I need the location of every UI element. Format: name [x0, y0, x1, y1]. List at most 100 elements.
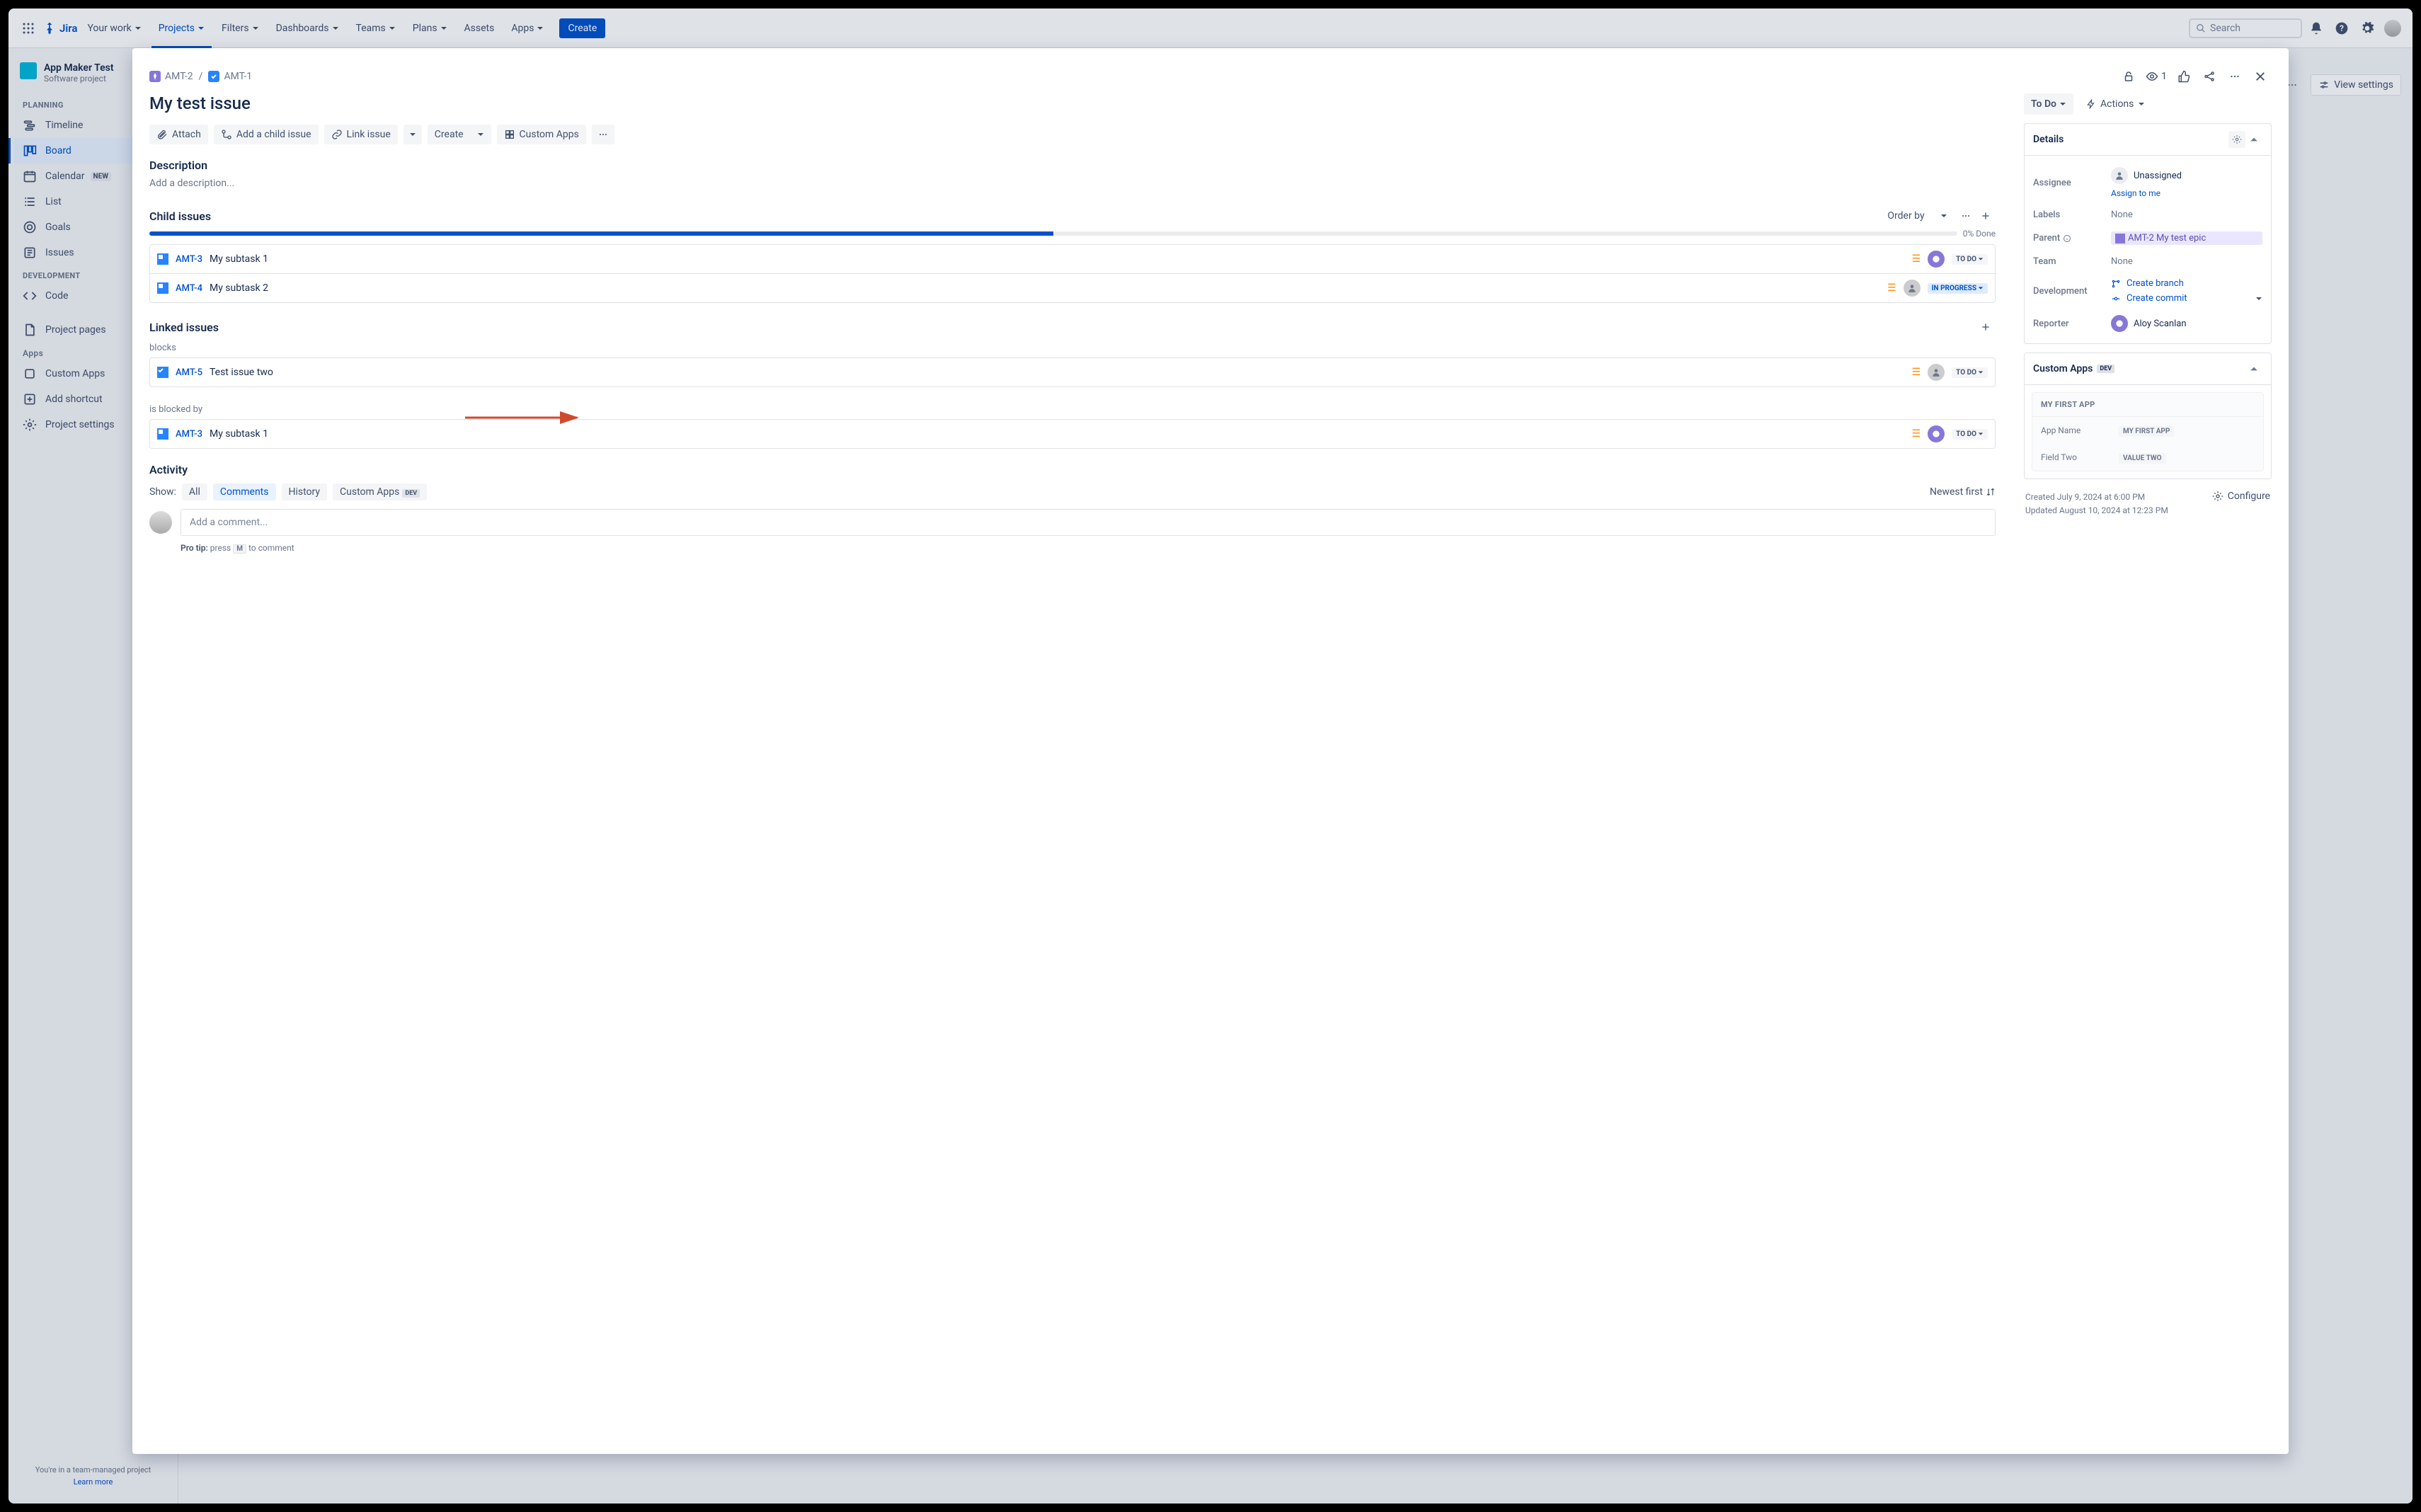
custom-apps-button[interactable]: Custom Apps	[497, 125, 586, 144]
description-heading: Description	[149, 159, 1996, 172]
assignee-avatar[interactable]	[1928, 425, 1945, 442]
add-child-icon[interactable]	[1976, 206, 1996, 226]
custom-apps-header[interactable]: Custom Apps DEV	[2025, 353, 2271, 385]
status-dropdown[interactable]: To Do	[2024, 93, 2073, 115]
subtask-icon	[157, 282, 168, 294]
nav-projects[interactable]: Projects	[151, 18, 212, 38]
add-link-icon[interactable]	[1976, 317, 1996, 337]
jira-logo[interactable]: Jira	[42, 21, 77, 35]
notifications-icon[interactable]	[2305, 17, 2328, 40]
sort-button[interactable]: Newest first	[1930, 486, 1996, 498]
branch-icon	[2111, 279, 2121, 289]
learn-more-link[interactable]: Learn more	[20, 1477, 166, 1487]
help-icon[interactable]: ?	[2330, 17, 2353, 40]
lock-icon[interactable]	[2117, 65, 2140, 88]
nav-plans[interactable]: Plans	[406, 18, 454, 38]
view-settings-button[interactable]: View settings	[2311, 74, 2401, 96]
timeline-icon	[23, 118, 37, 132]
subtask-icon	[157, 253, 168, 265]
status-chip[interactable]: TO DO	[1952, 429, 1988, 440]
child-more-icon[interactable]	[1956, 206, 1976, 226]
order-by-dropdown[interactable]: Order by	[1887, 210, 1947, 222]
dev-badge: DEV	[402, 489, 420, 498]
status-chip[interactable]: TO DO	[1952, 254, 1988, 265]
tab-comments[interactable]: Comments	[213, 483, 276, 500]
create-dropdown[interactable]: Create	[428, 125, 491, 144]
pro-tip: Pro tip: press M to comment	[181, 543, 1996, 553]
breadcrumb-epic[interactable]: AMT-2	[149, 71, 193, 82]
nav-your-work[interactable]: Your work	[80, 18, 148, 38]
issue-summary: My subtask 1	[210, 428, 1905, 440]
child-issue-row[interactable]: AMT-3 My subtask 1 ☰ TO DO	[150, 245, 1995, 274]
description-field[interactable]: Add a description...	[149, 178, 1996, 189]
new-badge: NEW	[91, 172, 111, 181]
issue-key[interactable]: AMT-4	[176, 283, 202, 294]
subtask-icon	[157, 428, 168, 440]
linked-issue-row[interactable]: AMT-5 Test issue two ☰ TO DO	[150, 358, 1995, 386]
linked-issue-row[interactable]: AMT-3 My subtask 1 ☰ TO DO	[150, 420, 1995, 448]
app-field-value: MY FIRST APP	[2119, 426, 2174, 437]
assignee-field[interactable]: Unassigned	[2111, 167, 2262, 184]
comment-input[interactable]: Add a comment...	[181, 509, 1996, 536]
app-switcher-icon[interactable]	[17, 17, 40, 40]
assignee-avatar[interactable]	[1928, 364, 1945, 381]
status-chip[interactable]: IN PROGRESS	[1928, 283, 1988, 294]
sort-icon	[1986, 487, 1996, 497]
close-icon[interactable]	[2249, 65, 2272, 88]
more-actions-button[interactable]	[592, 125, 614, 144]
chevron-down-icon[interactable]	[2255, 295, 2262, 302]
profile-avatar[interactable]	[2381, 17, 2404, 40]
nav-apps[interactable]: Apps	[504, 18, 551, 38]
watch-button[interactable]: 1	[2143, 70, 2170, 83]
child-issue-row[interactable]: AMT-4 My subtask 2 ☰ IN PROGRESS	[150, 274, 1995, 302]
issue-key[interactable]: AMT-3	[176, 254, 202, 265]
configure-fields-icon[interactable]	[2228, 131, 2245, 148]
chevron-up-icon[interactable]	[2245, 131, 2262, 148]
show-label: Show:	[149, 486, 176, 498]
issue-key[interactable]: AMT-5	[176, 367, 202, 378]
goals-icon	[23, 220, 37, 234]
status-chip[interactable]: TO DO	[1952, 367, 1988, 378]
team-value[interactable]: None	[2111, 256, 2262, 267]
parent-field[interactable]: AMT-2 My test epic	[2111, 231, 2262, 245]
details-header[interactable]: Details	[2025, 124, 2271, 156]
nav-dashboards[interactable]: Dashboards	[269, 18, 346, 38]
nav-teams[interactable]: Teams	[349, 18, 403, 38]
nav-assets[interactable]: Assets	[457, 18, 502, 38]
create-branch-link[interactable]: Create branch	[2111, 278, 2262, 289]
chevron-up-icon[interactable]	[2245, 360, 2262, 377]
reporter-field[interactable]: Aloy Scanlan	[2111, 315, 2262, 332]
attach-button[interactable]: Attach	[149, 125, 208, 144]
issue-title[interactable]: My test issue	[149, 93, 1996, 113]
priority-icon: ☰	[1912, 428, 1921, 440]
priority-icon: ☰	[1887, 282, 1896, 294]
child-icon	[221, 129, 232, 140]
tab-custom-apps[interactable]: Custom AppsDEV	[333, 483, 427, 500]
link-issue-button[interactable]: Link issue	[324, 125, 398, 144]
assignee-avatar[interactable]	[1904, 280, 1921, 297]
unassigned-avatar-icon	[2111, 167, 2128, 184]
tab-all[interactable]: All	[182, 483, 207, 500]
tab-history[interactable]: History	[282, 483, 328, 500]
assign-to-me-link[interactable]: Assign to me	[2111, 188, 2262, 198]
blocked-by-label: is blocked by	[149, 404, 1996, 415]
epic-icon	[2115, 234, 2125, 244]
actions-dropdown[interactable]: Actions	[2079, 93, 2152, 115]
breadcrumb-issue[interactable]: AMT-1	[208, 71, 252, 82]
labels-value[interactable]: None	[2111, 210, 2262, 220]
nav-filters[interactable]: Filters	[214, 18, 266, 38]
configure-button[interactable]: Configure	[2212, 491, 2270, 502]
child-progress-bar	[149, 231, 1957, 236]
assignee-avatar[interactable]	[1928, 251, 1945, 268]
share-icon[interactable]	[2198, 65, 2221, 88]
gear-icon	[2212, 491, 2223, 502]
settings-icon[interactable]	[2356, 17, 2379, 40]
issue-key[interactable]: AMT-3	[176, 429, 202, 440]
add-child-button[interactable]: Add a child issue	[214, 125, 319, 144]
search-input[interactable]: Search	[2189, 18, 2302, 38]
create-button[interactable]: Create	[559, 18, 605, 38]
create-commit-link[interactable]: Create commit	[2111, 293, 2187, 304]
link-dropdown[interactable]	[404, 125, 422, 144]
like-icon[interactable]	[2173, 65, 2195, 88]
more-icon[interactable]	[2223, 65, 2246, 88]
